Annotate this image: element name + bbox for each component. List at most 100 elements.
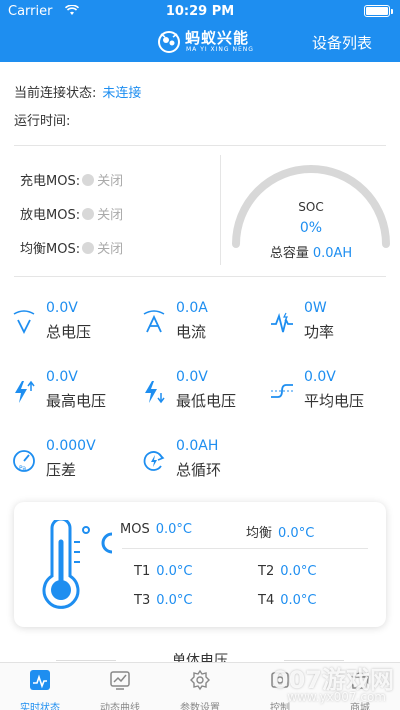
brand-name: 蚂蚁兴能 — [185, 29, 250, 47]
svg-text:Pa: Pa — [19, 465, 26, 472]
metric-total-cycles: 0.0AH 总循环 — [142, 438, 262, 482]
balance-temp-value: 0.0°C — [278, 526, 315, 541]
title-line-left — [56, 660, 116, 661]
connection-status-label: 当前连接状态: — [14, 86, 97, 101]
t4-temp: T4 0.0°C — [258, 593, 316, 608]
balance-temp: 均衡 0.0°C — [246, 522, 314, 541]
soc-label: SOC — [298, 200, 324, 214]
nav-bar: 蚂蚁兴能 MA YI XING NENG 设备列表 — [0, 22, 400, 62]
battery-icon — [364, 5, 393, 17]
vertical-divider — [220, 155, 221, 265]
metric-max-voltage: 0.0V 最高电压 — [12, 369, 132, 413]
t3-temp: T3 0.0°C — [134, 593, 192, 608]
discharge-mos-state: 关闭 — [97, 208, 124, 223]
tab-label: 动态曲线 — [100, 703, 140, 710]
metric-avg-voltage: 0.0V 平均电压 — [270, 369, 390, 413]
t3-temp-label: T3 — [134, 593, 151, 608]
metric-label: 最高电压 — [46, 392, 107, 410]
balance-mos-indicator — [82, 241, 95, 254]
power-wave-icon — [271, 312, 293, 333]
bolt-up-icon — [15, 380, 35, 403]
divider — [14, 145, 386, 146]
charge-mos-row: 充电MOS: 关闭 — [20, 170, 123, 189]
mos-temp-value: 0.0°C — [155, 522, 192, 537]
card-divider — [122, 548, 368, 549]
discharge-mos-indicator — [82, 207, 95, 220]
charge-mos-label: 充电MOS: — [20, 174, 81, 189]
metric-label: 总电压 — [46, 323, 92, 341]
voltage-v-icon — [13, 310, 35, 335]
connection-status-value: 未连接 — [102, 86, 142, 101]
balance-mos-label: 均衡MOS: — [20, 242, 81, 257]
divider — [14, 276, 386, 277]
pressure-gauge-icon: Pa — [13, 450, 35, 472]
t2-temp: T2 0.0°C — [258, 564, 316, 579]
soc-gauge: SOC 0% 总容量 0.0AH — [228, 148, 394, 261]
brand-subtitle: MA YI XING NENG — [186, 46, 254, 53]
metric-voltage-diff: Pa 0.000V 压差 — [12, 438, 132, 482]
metric-label: 总循环 — [176, 461, 222, 479]
metric-value: 0.0V — [46, 369, 78, 385]
metric-total-voltage: 0.0V 总电压 — [12, 300, 132, 344]
cycle-bolt-icon — [143, 451, 165, 471]
metric-min-voltage: 0.0V 最低电压 — [142, 369, 262, 413]
total-capacity: 总容量 0.0AH — [228, 242, 394, 261]
metric-value: 0.0AH — [176, 438, 219, 454]
watermark: 007游戏网 www.yx007.com — [272, 660, 394, 704]
charge-mos-indicator — [82, 173, 95, 186]
total-capacity-value: 0.0AH — [312, 246, 353, 261]
t4-temp-value: 0.0°C — [280, 593, 317, 608]
metric-label: 平均电压 — [304, 392, 365, 410]
metric-value: 0.000V — [46, 438, 96, 454]
runtime-label: 运行时间: — [14, 114, 71, 129]
metric-current: 0.0A 电流 — [142, 300, 262, 344]
metric-label: 压差 — [46, 461, 77, 479]
current-a-icon — [143, 310, 165, 333]
tab-settings[interactable]: 参数设置 — [160, 663, 240, 710]
temperature-card: MOS 0.0°C 均衡 0.0°C T1 0.0°C T2 0.0°C T3 0.0°C… — [14, 502, 386, 627]
t1-temp: T1 0.0°C — [134, 564, 192, 579]
metric-label: 电流 — [176, 323, 207, 341]
metric-value: 0.0A — [176, 300, 208, 316]
metric-value: 0.0V — [176, 369, 208, 385]
connection-status: 当前连接状态: 未连接 — [14, 82, 141, 101]
t4-temp-label: T4 — [258, 593, 275, 608]
metric-power: 0W 功率 — [270, 300, 390, 344]
metric-value: 0.0V — [304, 369, 336, 385]
watermark-url: www.yx007.com — [287, 690, 386, 704]
discharge-mos-label: 放电MOS: — [20, 208, 81, 223]
mos-temp: MOS 0.0°C — [120, 522, 192, 537]
brand-logo: 蚂蚁兴能 MA YI XING NENG — [155, 26, 265, 58]
bolt-down-icon — [145, 381, 165, 404]
t3-temp-value: 0.0°C — [156, 593, 193, 608]
tab-label: 实时状态 — [20, 703, 60, 710]
balance-mos-row: 均衡MOS: 关闭 — [20, 238, 123, 257]
t1-temp-label: T1 — [134, 564, 151, 579]
mos-temp-label: MOS — [120, 522, 150, 537]
tab-realtime[interactable]: 实时状态 — [0, 663, 80, 710]
metric-value: 0W — [304, 300, 327, 316]
tab-dynamic-curve[interactable]: 动态曲线 — [80, 663, 160, 710]
status-bar: Carrier 10:29 PM — [0, 0, 400, 22]
total-capacity-label: 总容量 — [269, 246, 309, 261]
metric-label: 最低电压 — [176, 392, 237, 410]
thermometer-icon — [42, 520, 113, 609]
discharge-mos-row: 放电MOS: 关闭 — [20, 204, 123, 223]
tab-label: 参数设置 — [180, 703, 220, 710]
device-list-button[interactable]: 设备列表 — [312, 32, 372, 53]
chart-icon — [110, 671, 130, 690]
t2-temp-value: 0.0°C — [280, 564, 317, 579]
t1-temp-value: 0.0°C — [156, 564, 193, 579]
charge-mos-state: 关闭 — [97, 174, 124, 189]
settings-icon — [190, 669, 210, 691]
clock: 10:29 PM — [165, 4, 235, 19]
soc-value: 0% — [299, 220, 323, 236]
metric-label: 功率 — [304, 323, 335, 341]
balance-temp-label: 均衡 — [246, 526, 273, 541]
balance-mos-state: 关闭 — [97, 242, 124, 257]
ant-logo-icon — [158, 31, 180, 53]
t2-temp-label: T2 — [258, 564, 275, 579]
metric-value: 0.0V — [46, 300, 78, 316]
average-curve-icon — [271, 384, 293, 398]
realtime-icon — [30, 670, 50, 690]
